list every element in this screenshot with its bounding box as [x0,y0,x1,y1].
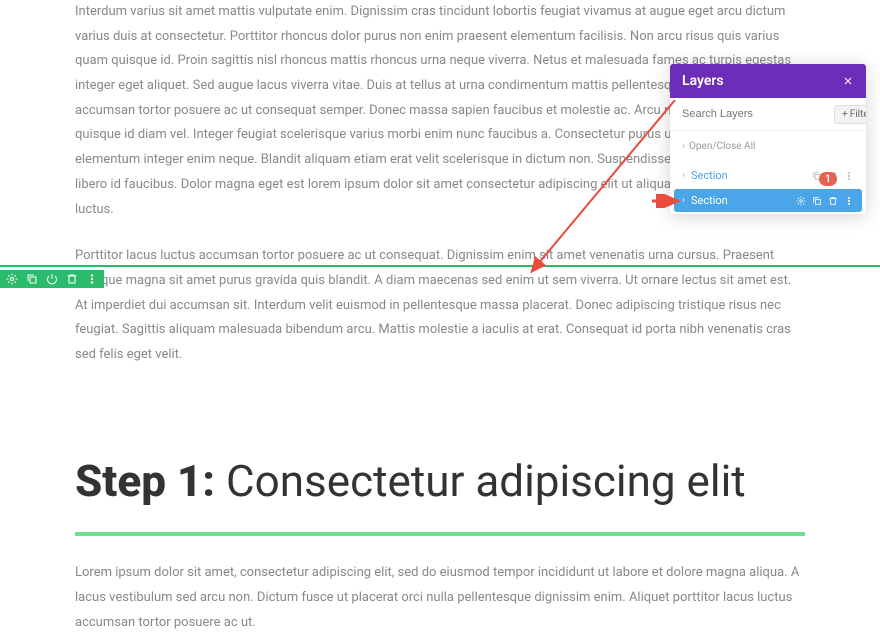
close-icon[interactable] [842,75,854,87]
settings-icon[interactable] [6,273,18,285]
layers-search-row: +Filter [670,98,866,131]
trash-icon[interactable] [66,273,78,285]
layer-label: Section [691,194,790,207]
section-top-border [0,265,880,267]
more-icon[interactable] [844,171,854,181]
layer-item-2[interactable]: › Section [674,189,862,212]
settings-icon[interactable] [796,196,806,206]
more-icon[interactable] [86,273,98,285]
power-icon[interactable] [46,273,58,285]
open-close-all[interactable]: Open/Close All [670,131,866,162]
duplicate-icon[interactable] [812,196,822,206]
section-toolbar[interactable] [0,270,104,288]
layers-panel: Layers +Filter Open/Close All › Section … [670,64,866,214]
layer-label: Section [691,169,806,182]
trash-icon[interactable] [828,196,838,206]
annotation-arrow-1 [525,100,685,280]
paragraph-2: Porttitor lacus luctus accumsan tortor p… [75,244,805,367]
layers-panel-title: Layers [682,73,724,89]
more-icon[interactable] [844,196,854,206]
layers-panel-header: Layers [670,64,866,98]
filter-button[interactable]: +Filter [834,105,866,124]
annotation-badge-1: 1 [819,172,837,186]
page-heading: Step 1: Consectetur adipiscing elit [75,455,805,508]
paragraph-3: Lorem ipsum dolor sit amet, consectetur … [75,561,805,635]
search-input[interactable] [678,104,828,124]
annotation-arrow-2 [652,194,682,208]
duplicate-icon[interactable] [26,273,38,285]
heading-underline [75,532,805,536]
